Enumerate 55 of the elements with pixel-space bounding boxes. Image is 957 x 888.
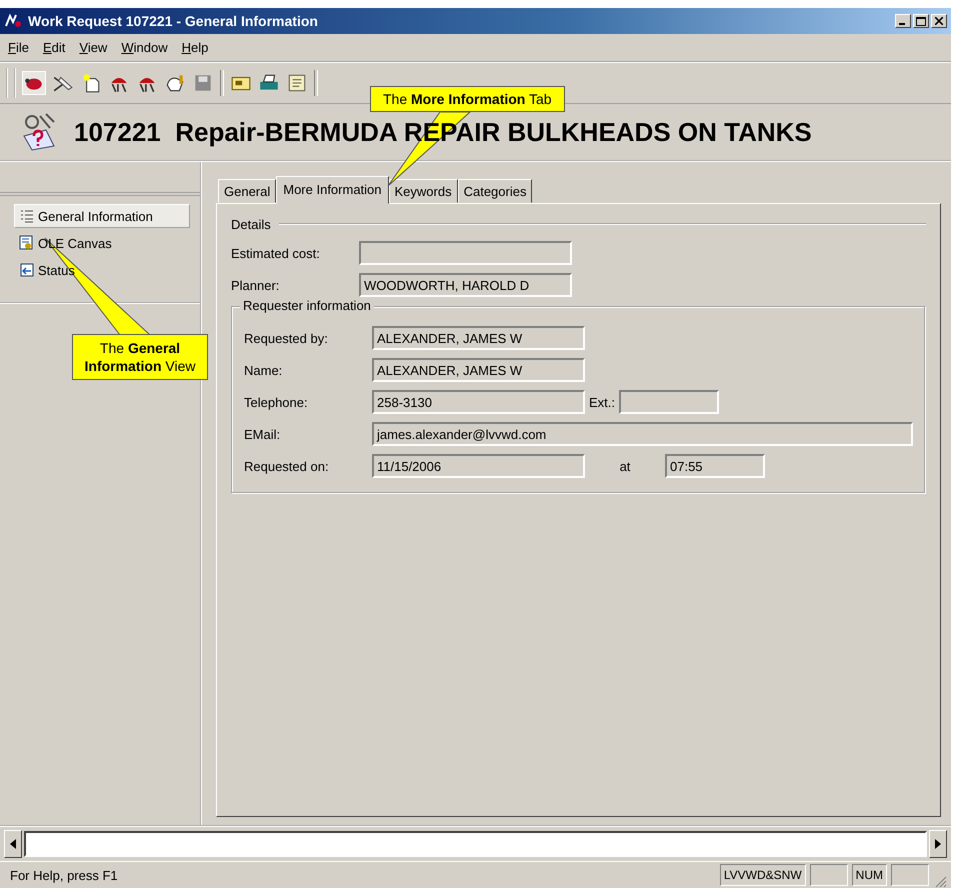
input-field[interactable]: ALEXANDER, JAMES W [372,326,585,350]
tab[interactable]: Keywords [388,179,458,203]
field-label: Requested by: [244,330,329,346]
window-title: Work Request 107221 - General Information [28,13,319,29]
status-pane [891,864,929,886]
document-icon[interactable] [286,72,308,94]
resize-grip-icon[interactable] [933,874,947,888]
input-field[interactable]: 258-3130 [372,390,585,414]
date-field[interactable]: 11/15/2006 [372,454,585,478]
input-field[interactable]: james.alexander@lvvwd.com [372,422,913,446]
field-label: Requested on: [244,458,330,474]
menu-item[interactable]: View [79,40,108,55]
input-field[interactable] [359,241,572,265]
app-icon [4,12,22,30]
callout: The General Information View [72,334,208,380]
tab[interactable]: More Information [276,176,389,204]
menu-item[interactable]: Help [182,40,208,55]
arrow-left-icon [8,839,18,849]
field-label: Name: [244,362,284,378]
status-pane: LVVWD&SNW [720,864,806,886]
close-icon [935,17,943,25]
arrow-right-icon [933,839,943,849]
status-pane: NUM [852,864,887,886]
field-label: EMail: [244,426,282,442]
scroll-left-button[interactable] [4,830,22,858]
input-field[interactable] [24,831,927,857]
menu-item[interactable]: File [8,40,29,55]
minimize-button[interactable] [895,14,911,28]
canvas-icon [19,235,35,251]
field-label: Estimated cost: [231,246,321,260]
field-label: Planner: [231,278,280,292]
group-title: Requester information [240,298,374,313]
sidebar-item[interactable]: General Information [14,204,190,228]
input-field[interactable]: ALEXANDER, JAMES W [372,358,585,382]
maximize-button[interactable] [913,14,929,28]
status-text: For Help, press F1 [10,868,119,882]
input-field[interactable] [619,390,720,414]
close-button[interactable] [931,14,947,28]
field-label: Telephone: [244,394,309,410]
section-title: Details [231,216,271,232]
input-field[interactable]: WOODWORTH, HAROLD D [359,273,572,297]
time-field[interactable]: 07:55 [665,454,765,478]
menu-item[interactable]: Edit [42,40,66,55]
menu-item[interactable]: Window [121,40,168,55]
callout: The More Information Tab [370,86,565,112]
field-label: Ext.: [588,394,616,410]
maximize-icon [916,16,926,26]
toolbar-grip[interactable] [6,68,16,98]
scroll-right-button[interactable] [929,830,947,858]
list-icon [19,208,35,224]
status-pane [810,864,848,886]
tab[interactable]: General [218,179,276,203]
field-label: at [618,458,632,474]
tab[interactable]: Categories [458,179,532,203]
status-icon [19,262,35,278]
